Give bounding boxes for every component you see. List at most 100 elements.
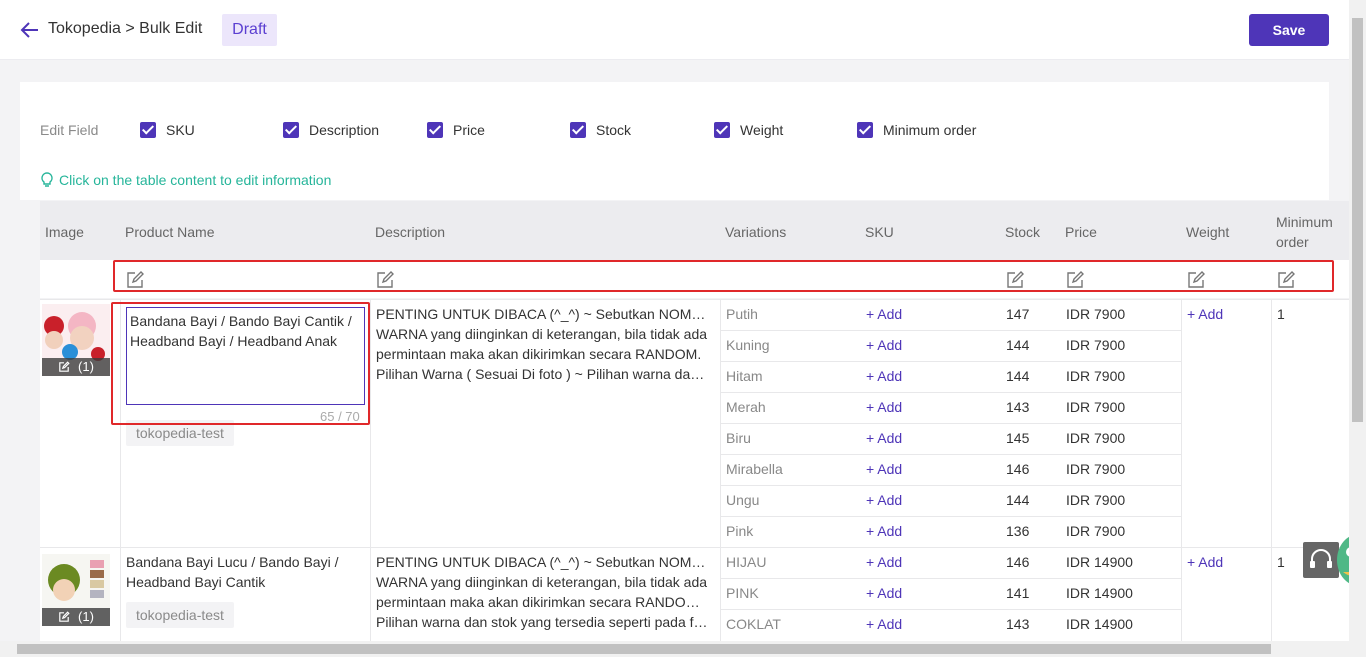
scrollbar-thumb[interactable] [1352, 18, 1363, 422]
description-line: PENTING UNTUK DIBACA (^_^) ~ Sebutkan NO… [376, 554, 711, 570]
price-value[interactable]: IDR 7900 [1066, 430, 1125, 446]
customer-support-button[interactable] [1303, 542, 1339, 578]
tip-text: Click on the table content to edit infor… [59, 172, 332, 188]
sku-add-link[interactable]: + Add [866, 337, 902, 353]
checkbox-sku[interactable]: SKU [140, 121, 195, 139]
product-image[interactable]: (1) [42, 304, 110, 376]
column-order: order [1276, 234, 1309, 250]
stock-value[interactable]: 143 [1006, 616, 1029, 632]
description-line: permintaan maka akan dikirimkan secara R… [376, 594, 711, 610]
variation-name: Putih [726, 306, 758, 322]
image-edit-bar[interactable]: (1) [42, 358, 110, 376]
variation-name: PINK [726, 585, 759, 601]
stock-value[interactable]: 136 [1006, 523, 1029, 539]
bulk-edit-highlight [113, 260, 1334, 292]
breadcrumb: Tokopedia > Bulk Edit [48, 20, 203, 37]
stock-value[interactable]: 146 [1006, 461, 1029, 477]
checkbox-checked-icon[interactable] [140, 122, 156, 138]
checkbox-checked-icon[interactable] [714, 122, 730, 138]
description-line: Pilihan warna dan stok yang tersedia sep… [376, 614, 711, 630]
variation-name: Ungu [726, 492, 760, 508]
column-minimum: Minimum [1276, 214, 1333, 230]
sku-add-link[interactable]: + Add [866, 399, 902, 415]
horizontal-scrollbar[interactable] [0, 641, 1349, 657]
image-count: (1) [78, 609, 94, 624]
variation-name: Mirabella [726, 461, 783, 477]
status-badge: Draft [222, 14, 277, 46]
checkbox-checked-icon[interactable] [283, 122, 299, 138]
weight-add-link[interactable]: + Add [1187, 554, 1223, 570]
price-value[interactable]: IDR 7900 [1066, 399, 1125, 415]
stock-value[interactable]: 145 [1006, 430, 1029, 446]
image-edit-bar[interactable]: (1) [42, 608, 110, 626]
store-tag: tokopedia-test [126, 602, 234, 628]
description-line: WARNA yang diinginkan di keterangan, bil… [376, 574, 708, 590]
checkbox-label: SKU [166, 122, 195, 138]
checkbox-checked-icon[interactable] [570, 122, 586, 138]
stock-value[interactable]: 146 [1006, 554, 1029, 570]
min-order-value[interactable]: 1 [1277, 306, 1285, 322]
checkbox-minimum-order[interactable]: Minimum order [857, 121, 976, 139]
edit-icon[interactable] [58, 611, 70, 623]
price-value[interactable]: IDR 7900 [1066, 461, 1125, 477]
back-arrow-icon[interactable] [18, 18, 42, 42]
checkbox-label: Price [453, 122, 485, 138]
variation-name: Biru [726, 430, 751, 446]
edit-icon[interactable] [58, 361, 70, 373]
stock-value[interactable]: 144 [1006, 337, 1029, 353]
sku-add-link[interactable]: + Add [866, 306, 902, 322]
price-value[interactable]: IDR 7900 [1066, 523, 1125, 539]
product-image[interactable]: (1) [42, 554, 110, 626]
description-line: permintaan maka akan dikirimkan secara R… [376, 346, 702, 362]
checkbox-label: Stock [596, 122, 632, 138]
column-weight: Weight [1186, 224, 1230, 240]
price-value[interactable]: IDR 14900 [1066, 554, 1133, 570]
sku-add-link[interactable]: + Add [866, 554, 902, 570]
edit-tip: Click on the table content to edit infor… [40, 172, 331, 188]
edit-field-label: Edit Field [40, 122, 99, 138]
checkbox-label: Description [309, 122, 380, 138]
sku-add-link[interactable]: + Add [866, 492, 902, 508]
sku-add-link[interactable]: + Add [866, 523, 902, 539]
product-description[interactable]: PENTING UNTUK DIBACA (^_^) ~ Sebutkan NO… [376, 552, 711, 632]
price-value[interactable]: IDR 14900 [1066, 585, 1133, 601]
checkbox-stock[interactable]: Stock [570, 121, 631, 139]
save-button[interactable]: Save [1249, 14, 1329, 46]
checkbox-label: Minimum order [883, 122, 977, 138]
edit-field-panel: Edit Field SKU Description Price Stock W… [20, 82, 1329, 200]
stock-value[interactable]: 147 [1006, 306, 1029, 322]
price-value[interactable]: IDR 7900 [1066, 492, 1125, 508]
variation-name: COKLAT [726, 616, 781, 632]
vertical-scrollbar[interactable] [1349, 0, 1366, 657]
product-description[interactable]: PENTING UNTUK DIBACA (^_^) ~ Sebutkan NO… [376, 304, 711, 384]
stock-value[interactable]: 144 [1006, 492, 1029, 508]
product-name[interactable]: Bandana Bayi Lucu / Bando Bayi / Headban… [126, 552, 366, 592]
sku-add-link[interactable]: + Add [866, 368, 902, 384]
min-order-value[interactable]: 1 [1277, 554, 1285, 570]
variation-name: Merah [726, 399, 766, 415]
price-value[interactable]: IDR 7900 [1066, 306, 1125, 322]
stock-value[interactable]: 144 [1006, 368, 1029, 384]
sku-add-link[interactable]: + Add [866, 616, 902, 632]
sku-add-link[interactable]: + Add [866, 430, 902, 446]
column-image: Image [45, 224, 84, 240]
checkbox-checked-icon[interactable] [857, 122, 873, 138]
scrollbar-thumb[interactable] [17, 644, 1271, 654]
price-value[interactable]: IDR 7900 [1066, 337, 1125, 353]
stock-value[interactable]: 141 [1006, 585, 1029, 601]
price-value[interactable]: IDR 7900 [1066, 368, 1125, 384]
checkbox-price[interactable]: Price [427, 121, 485, 139]
checkbox-weight[interactable]: Weight [714, 121, 783, 139]
weight-add-link[interactable]: + Add [1187, 306, 1223, 322]
headset-icon [1310, 549, 1332, 568]
price-value[interactable]: IDR 14900 [1066, 616, 1133, 632]
product-name-line: Headband Bayi Cantik [126, 574, 266, 590]
variation-name: Pink [726, 523, 754, 539]
description-line: Pilihan Warna ( Sesuai Di foto ) ~ Pilih… [376, 366, 711, 382]
sku-add-link[interactable]: + Add [866, 461, 902, 477]
column-sku: SKU [865, 224, 894, 240]
checkbox-checked-icon[interactable] [427, 122, 443, 138]
sku-add-link[interactable]: + Add [866, 585, 902, 601]
checkbox-description[interactable]: Description [283, 121, 379, 139]
stock-value[interactable]: 143 [1006, 399, 1029, 415]
